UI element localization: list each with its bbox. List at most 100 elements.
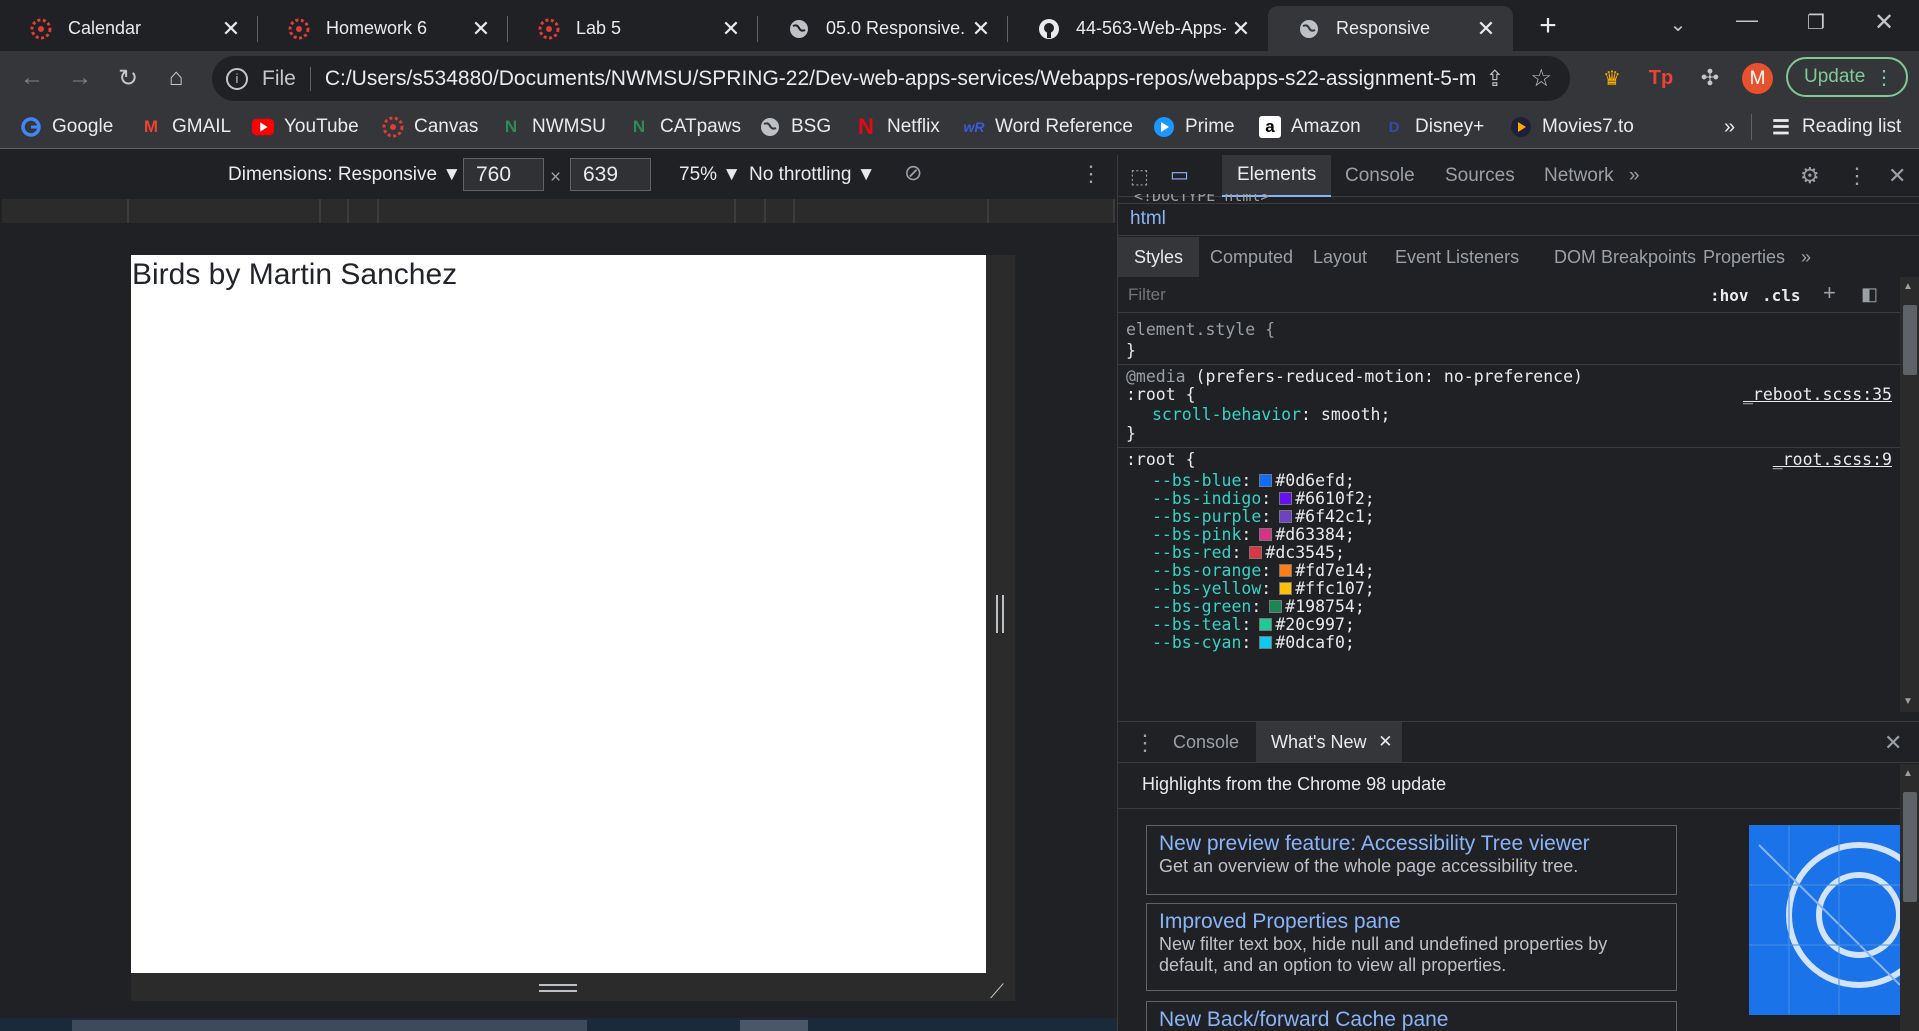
- tab-event-listeners[interactable]: Event Listeners: [1380, 237, 1534, 277]
- more-vertical-icon[interactable]: ⋮: [1080, 161, 1102, 187]
- tab-homework-6[interactable]: Homework 6 ✕: [258, 6, 508, 51]
- reload-icon[interactable]: ↻: [108, 58, 148, 98]
- new-tab-plus-icon[interactable]: +: [1528, 6, 1568, 46]
- color-swatch[interactable]: [1279, 582, 1293, 595]
- settings-gear-icon[interactable]: ⚙: [1800, 163, 1820, 189]
- extensions-puzzle-icon[interactable]: ✣: [1690, 58, 1730, 98]
- zoom-dropdown[interactable]: 75% ▼: [679, 164, 741, 186]
- bookmark-catpaws[interactable]: N CATpaws: [628, 112, 741, 142]
- drawer-tab-whats-new[interactable]: What's New ✕: [1256, 722, 1403, 762]
- url-text[interactable]: C:/Users/s534880/Documents/NWMSU/SPRING-…: [325, 67, 1475, 91]
- tab-layout[interactable]: Layout: [1298, 237, 1382, 277]
- css-variable-declaration[interactable]: --bs-yellow: #ffc107;: [1152, 579, 1375, 598]
- tab-computed[interactable]: Computed: [1195, 237, 1308, 277]
- restore-icon[interactable]: ❐: [1796, 2, 1836, 42]
- taskbar-item[interactable]: [740, 1020, 808, 1031]
- hov-toggle[interactable]: :hov: [1710, 286, 1749, 305]
- bookmark-canvas[interactable]: Canvas: [382, 112, 478, 142]
- tab-search-chevron-icon[interactable]: ⌄: [1658, 4, 1698, 44]
- css-variable-declaration[interactable]: --bs-red: #dc3545;: [1152, 543, 1345, 562]
- whats-new-card[interactable]: Improved Properties pane New filter text…: [1146, 903, 1677, 991]
- media-query-segment[interactable]: [129, 199, 321, 223]
- root-source-link[interactable]: _root.scss:9: [1773, 450, 1892, 469]
- media-query-segment[interactable]: [379, 199, 736, 223]
- tab-github-repo[interactable]: 44-563-Web-Apps- ✕: [1008, 6, 1268, 51]
- whats-new-card[interactable]: New preview feature: Accessibility Tree …: [1146, 825, 1677, 895]
- color-swatch[interactable]: [1249, 546, 1263, 559]
- css-variable-declaration[interactable]: --bs-cyan: #0dcaf0;: [1152, 633, 1355, 652]
- bookmarks-overflow[interactable]: »: [1724, 112, 1735, 142]
- bookmark-wordreference[interactable]: wR Word Reference: [963, 112, 1134, 142]
- card-title[interactable]: New Back/forward Cache pane: [1159, 1008, 1664, 1031]
- color-swatch[interactable]: [1279, 564, 1293, 577]
- close-icon[interactable]: ✕: [1378, 732, 1392, 752]
- resize-handle-right[interactable]: [996, 595, 1004, 633]
- close-icon[interactable]: ✕: [716, 16, 746, 42]
- throttling-dropdown[interactable]: No throttling ▼: [749, 164, 876, 186]
- close-icon[interactable]: ✕: [216, 16, 246, 42]
- tab-dom-breakpoints[interactable]: DOM Breakpoints: [1539, 237, 1711, 277]
- close-drawer-icon[interactable]: ✕: [1884, 730, 1902, 756]
- update-button[interactable]: Update ⋮: [1786, 57, 1908, 97]
- bookmark-bsg[interactable]: BSG: [759, 112, 831, 142]
- scroll-up-icon[interactable]: ▲: [1903, 281, 1913, 292]
- css-variable-declaration[interactable]: --bs-orange: #fd7e14;: [1152, 561, 1375, 580]
- styles-filter-input[interactable]: [1122, 281, 1697, 309]
- media-query-segment[interactable]: [795, 199, 989, 223]
- bookmark-star-icon[interactable]: ☆: [1530, 64, 1552, 93]
- home-icon[interactable]: ⌂: [156, 58, 196, 98]
- media-query-segment[interactable]: [989, 199, 1115, 223]
- tab-console[interactable]: Console: [1330, 155, 1430, 197]
- inspect-element-icon[interactable]: ⬚: [1130, 164, 1149, 189]
- back-icon[interactable]: ←: [12, 58, 52, 98]
- reading-list[interactable]: ☰ Reading list: [1770, 112, 1901, 142]
- forward-icon[interactable]: →: [60, 58, 100, 98]
- css-variable-declaration[interactable]: --bs-purple: #6f42c1;: [1152, 507, 1375, 526]
- color-swatch[interactable]: [1259, 474, 1273, 487]
- new-rule-plus-icon[interactable]: +: [1823, 280, 1836, 306]
- tab-lab-5[interactable]: Lab 5 ✕: [508, 6, 758, 51]
- media-query-segment[interactable]: [321, 199, 349, 223]
- color-swatch[interactable]: [1259, 528, 1273, 541]
- color-swatch[interactable]: [1279, 510, 1293, 523]
- height-input[interactable]: 639: [570, 158, 651, 191]
- resize-corner-icon[interactable]: ⟋: [990, 981, 1004, 1004]
- bookmark-amazon[interactable]: a Amazon: [1259, 112, 1361, 142]
- bookmark-google[interactable]: Google: [20, 112, 113, 142]
- cls-toggle[interactable]: .cls: [1762, 286, 1801, 305]
- scrollbar-thumb[interactable]: [1903, 792, 1917, 902]
- styles-scrollbar[interactable]: ▲ ▼: [1900, 277, 1919, 712]
- taskbar-item[interactable]: [72, 1020, 587, 1031]
- tab-styles[interactable]: Styles: [1118, 237, 1200, 277]
- bookmark-netflix[interactable]: N Netflix: [855, 112, 940, 142]
- color-swatch[interactable]: [1259, 636, 1273, 649]
- more-tabs-chevron-icon[interactable]: »: [1786, 237, 1826, 277]
- color-swatch[interactable]: [1279, 492, 1293, 505]
- close-devtools-icon[interactable]: ✕: [1888, 163, 1906, 189]
- dimensions-dropdown[interactable]: Dimensions: Responsive ▼: [228, 164, 461, 186]
- tp-extension-icon[interactable]: Tp: [1641, 58, 1681, 98]
- window-close-icon[interactable]: ✕: [1864, 2, 1904, 42]
- css-variable-declaration[interactable]: --bs-pink: #d63384;: [1152, 525, 1355, 544]
- scroll-behavior-declaration[interactable]: scroll-behavior: smooth;: [1152, 405, 1390, 424]
- bookmark-prime[interactable]: Prime: [1153, 112, 1235, 142]
- reboot-source-link[interactable]: _reboot.scss:35: [1743, 385, 1892, 404]
- tab-responsive-active[interactable]: Responsive ✕: [1268, 6, 1513, 51]
- tab-responsive-pdf[interactable]: 05.0 Responsive.pdf ✕: [758, 6, 1008, 51]
- card-title[interactable]: Improved Properties pane: [1159, 910, 1664, 934]
- address-bar[interactable]: i File C:/Users/s534880/Documents/NWMSU/…: [212, 56, 1570, 101]
- scroll-up-icon[interactable]: ▲: [1903, 768, 1913, 779]
- bookmark-movies7[interactable]: Movies7.to: [1510, 112, 1634, 142]
- tab-sources[interactable]: Sources: [1430, 155, 1530, 197]
- bookmark-nwmsu[interactable]: N NWMSU: [500, 112, 606, 142]
- drawer-menu-icon[interactable]: ⋮: [1134, 730, 1156, 756]
- media-query-segment[interactable]: [736, 199, 766, 223]
- profile-avatar[interactable]: M: [1742, 63, 1773, 94]
- crown-extension-icon[interactable]: ♛: [1592, 58, 1632, 98]
- more-vertical-icon[interactable]: ⋮: [1874, 65, 1894, 90]
- device-toggle-icon[interactable]: ▭: [1170, 162, 1189, 187]
- scroll-down-icon[interactable]: ▼: [1903, 696, 1913, 707]
- color-swatch[interactable]: [1259, 618, 1273, 631]
- info-icon[interactable]: i: [226, 67, 248, 90]
- media-query-segment[interactable]: [766, 199, 795, 223]
